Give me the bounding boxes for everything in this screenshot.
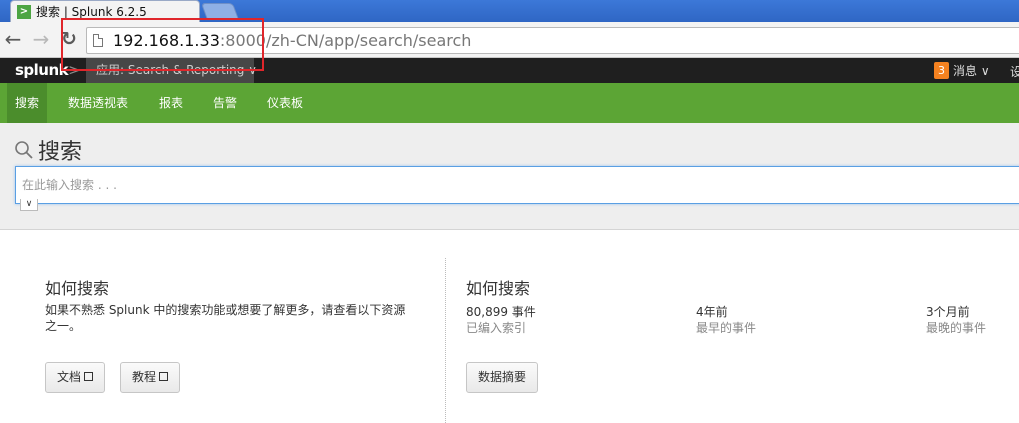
- app-menu[interactable]: 应用: Search & Reporting ∨: [86, 58, 257, 83]
- nav-search[interactable]: 搜索: [7, 83, 48, 123]
- earliest-event-label: 最早的事件: [696, 321, 757, 335]
- logo-text: splunk: [15, 61, 69, 79]
- reload-icon[interactable]: ↻: [58, 29, 80, 51]
- chevron-down-icon[interactable]: ∨: [20, 199, 38, 211]
- left-panel-description-line1: 如果不熟悉 Splunk 中的搜索功能或想要了解更多，请查看以下资源: [45, 303, 406, 317]
- external-link-icon: [159, 372, 169, 381]
- indexed-events-label: 已编入索引: [466, 321, 527, 335]
- back-arrow-icon[interactable]: ←: [2, 29, 24, 51]
- address-bar[interactable]: 192.168.1.33:8000/zh-CN/app/search/searc…: [86, 27, 1019, 54]
- splunk-logo[interactable]: splunk>: [15, 61, 81, 79]
- indexed-events-count: 80,899 事件: [466, 305, 536, 319]
- tutorial-button[interactable]: 教程: [120, 362, 181, 393]
- external-link-icon: [84, 372, 94, 381]
- latest-event-value: 3个月前: [926, 305, 970, 319]
- tutorial-button-label: 教程: [132, 370, 157, 384]
- panel-divider: [445, 258, 446, 423]
- page-title: 搜索: [38, 140, 83, 165]
- messages-menu[interactable]: 3 消息 ∨: [934, 62, 990, 79]
- documentation-button[interactable]: 文档: [45, 362, 106, 393]
- splunk-bar: splunk> 应用: Search & Reporting ∨ 3 消息 ∨ …: [0, 58, 1019, 83]
- browser-tab[interactable]: > 搜索 | Splunk 6.2.5: [10, 0, 200, 22]
- browser-tab-strip: > 搜索 | Splunk 6.2.5: [0, 0, 1019, 22]
- url-text: 192.168.1.33:8000/zh-CN/app/search/searc…: [113, 31, 471, 50]
- left-panel-description-line2: 之一。: [45, 319, 82, 333]
- earliest-event-value: 4年前: [696, 305, 728, 319]
- logo-chevron: >: [68, 61, 81, 79]
- messages-label: 消息 ∨: [953, 64, 990, 78]
- latest-event-label: 最晚的事件: [926, 321, 987, 335]
- left-panel-title: 如何搜索: [45, 279, 110, 298]
- search-icon: [15, 141, 33, 159]
- search-header: 搜索 在此输入搜索 . . . ∨: [0, 123, 1019, 230]
- nav-reports[interactable]: 报表: [151, 83, 191, 123]
- app-nav: 搜索 数据透视表 报表 告警 仪表板: [0, 83, 1019, 123]
- nav-dashboards[interactable]: 仪表板: [259, 83, 311, 123]
- page-icon: [93, 34, 103, 47]
- splunk-favicon-icon: >: [17, 4, 31, 19]
- settings-menu[interactable]: 设: [1010, 63, 1019, 80]
- forward-arrow-icon[interactable]: →: [30, 29, 52, 51]
- browser-toolbar: ← → ↻ 192.168.1.33:8000/zh-CN/app/search…: [0, 22, 1019, 58]
- data-summary-button[interactable]: 数据摘要: [466, 362, 539, 393]
- url-host: 192.168.1.33: [113, 31, 220, 50]
- search-input[interactable]: 在此输入搜索 . . .: [15, 166, 1019, 204]
- new-tab-button[interactable]: [200, 3, 240, 20]
- nav-alerts[interactable]: 告警: [205, 83, 245, 123]
- nav-pivot[interactable]: 数据透视表: [60, 83, 136, 123]
- tab-title: 搜索 | Splunk 6.2.5: [36, 5, 147, 19]
- documentation-button-label: 文档: [57, 370, 82, 384]
- right-panel-title: 如何搜索: [466, 279, 531, 298]
- search-heading: 搜索: [14, 134, 82, 166]
- messages-count-badge: 3: [934, 62, 949, 79]
- url-path: :8000/zh-CN/app/search/search: [219, 31, 472, 50]
